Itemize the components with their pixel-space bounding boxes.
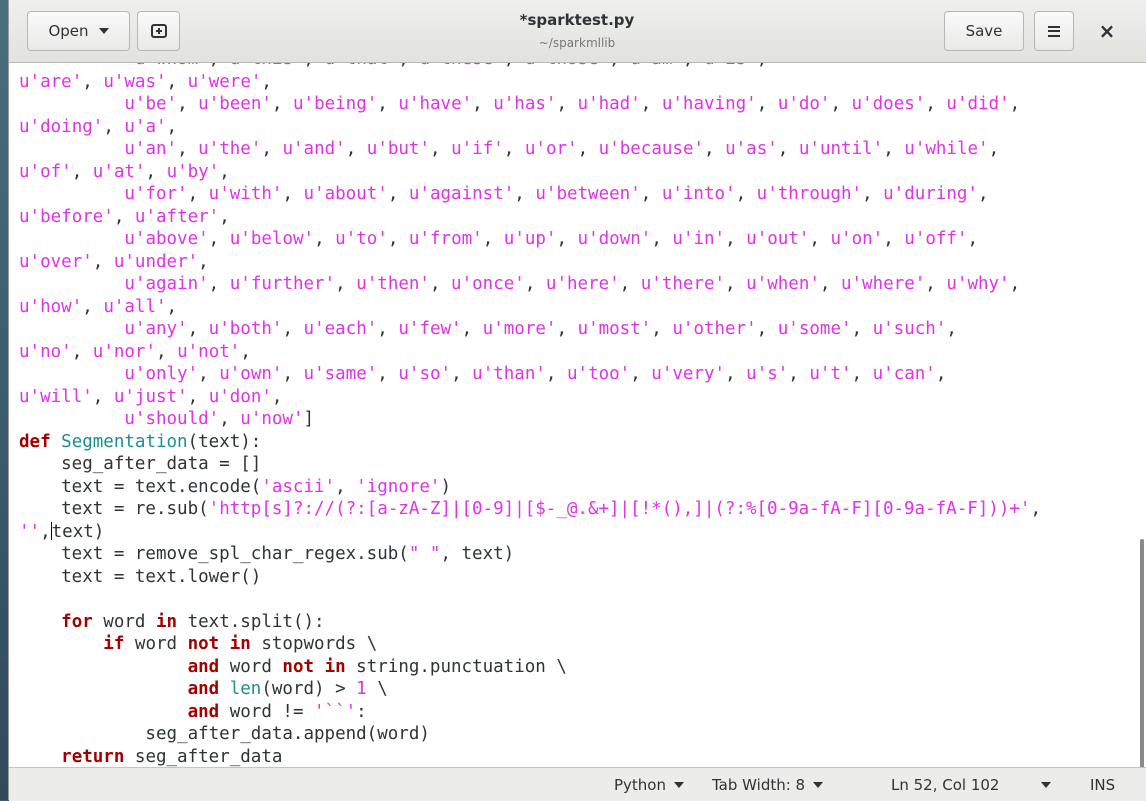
cursor-position-label: Ln 52, Col 102 <box>891 776 1000 794</box>
insert-mode-label: INS <box>1090 776 1116 794</box>
save-button[interactable]: Save <box>944 11 1024 51</box>
chevron-down-icon <box>674 782 684 788</box>
language-selector[interactable]: Python <box>614 776 684 794</box>
chevron-down-icon <box>1041 782 1052 788</box>
open-label: Open <box>48 22 89 40</box>
code-text: u'whom', u'this', u'that', u'these', u't… <box>19 63 1042 767</box>
close-icon[interactable]: × <box>1094 18 1120 44</box>
gedit-window: Open *sparktest.py ~/sparkmllib Save × u… <box>8 0 1146 801</box>
hamburger-icon <box>1048 25 1060 37</box>
text-cursor <box>50 521 52 540</box>
insert-mode-indicator: INS <box>1090 776 1115 794</box>
vertical-scrollbar[interactable] <box>1140 539 1144 767</box>
chevron-down-icon <box>98 28 109 34</box>
chevron-down-icon <box>813 782 824 788</box>
header-bar: Open *sparktest.py ~/sparkmllib Save × <box>9 0 1146 63</box>
code-editor[interactable]: u'whom', u'this', u'that', u'these', u't… <box>9 63 1146 767</box>
status-bar: Python Tab Width: 8 Ln 52, Col 102 INS <box>9 767 1146 801</box>
open-button[interactable]: Open <box>27 11 130 51</box>
window-subtitle: ~/sparkmllib <box>538 36 616 50</box>
tab-width-label: Tab Width: 8 <box>712 776 806 794</box>
tab-width-selector[interactable]: Tab Width: 8 <box>712 776 824 794</box>
new-document-button[interactable] <box>137 11 180 51</box>
new-tab-icon <box>150 24 167 38</box>
cursor-position-selector[interactable]: Ln 52, Col 102 <box>891 776 1052 794</box>
language-label: Python <box>614 776 666 794</box>
window-title: *sparktest.py <box>519 11 635 29</box>
menu-button[interactable] <box>1034 11 1074 51</box>
